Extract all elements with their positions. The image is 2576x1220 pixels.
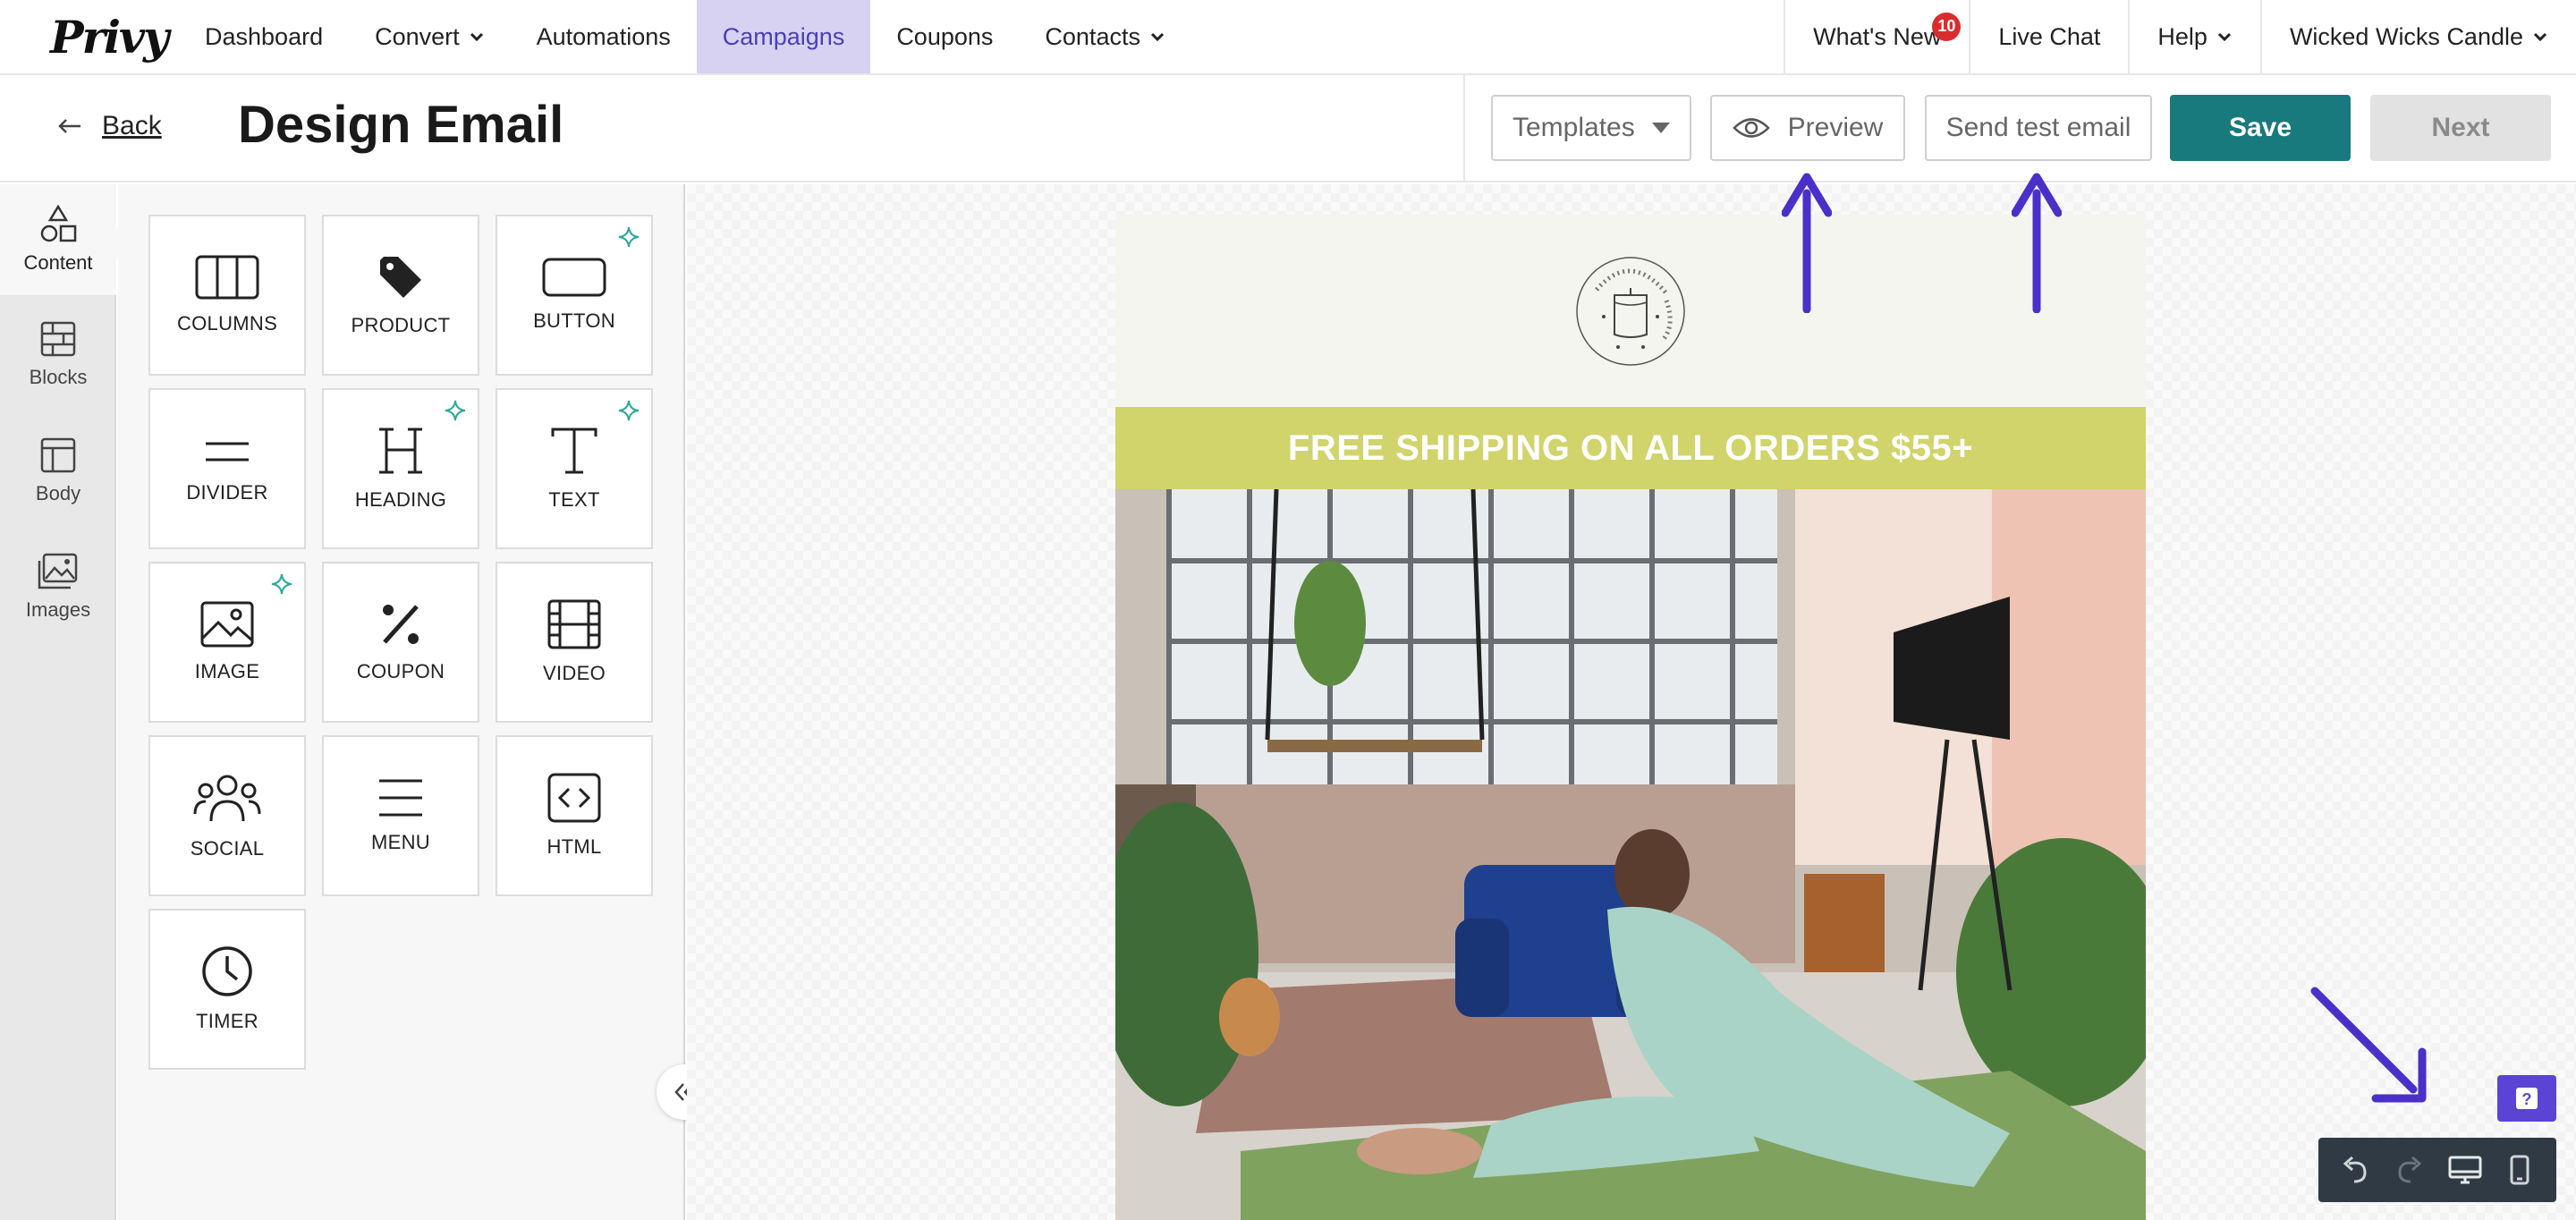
text-icon [551, 428, 597, 474]
shipping-banner[interactable]: FREE SHIPPING ON ALL ORDERS $55+ [1115, 407, 2146, 489]
tile-menu[interactable]: MENU [322, 735, 479, 896]
privy-logo[interactable]: Privy [0, 0, 179, 73]
annotation-arrow-preview [1782, 173, 1832, 313]
annotation-arrow-send-test [2012, 173, 2062, 313]
save-button[interactable]: Save [2170, 95, 2351, 161]
tile-html[interactable]: HTML [496, 735, 653, 896]
annotation-arrow-help [2310, 987, 2427, 1103]
divider-icon [206, 442, 249, 462]
menu-icon [379, 779, 422, 817]
send-test-email-button[interactable]: Send test email [1925, 95, 2152, 161]
tile-social[interactable]: SOCIAL [148, 735, 306, 896]
people-icon [193, 775, 261, 822]
ai-sparkle-icon [618, 226, 640, 248]
tile-image[interactable]: IMAGE [148, 562, 306, 723]
columns-icon [195, 255, 259, 300]
tile-product[interactable]: PRODUCT [322, 215, 479, 376]
nav-whats-new[interactable]: What's New 10 [1784, 0, 1969, 73]
notification-badge: 10 [1932, 12, 1962, 41]
body-layout-icon [40, 437, 76, 473]
tile-button[interactable]: BUTTON [496, 215, 653, 376]
question-icon: ? [2516, 1088, 2538, 1109]
rail-body[interactable]: Body [0, 415, 116, 526]
tag-icon [380, 257, 421, 298]
heading-icon [379, 428, 422, 474]
desktop-view-button[interactable] [2443, 1148, 2487, 1192]
mobile-icon [2510, 1155, 2529, 1185]
nav-contacts[interactable]: Contacts [1019, 0, 1191, 73]
ai-sparkle-icon [618, 400, 640, 421]
blocks-icon [40, 321, 76, 357]
header-divider [1463, 75, 1465, 182]
nav-automations[interactable]: Automations [511, 0, 697, 73]
tile-text[interactable]: TEXT [496, 388, 653, 549]
image-icon [200, 601, 254, 648]
email-header-block[interactable] [1115, 215, 2146, 407]
undo-button[interactable] [2333, 1148, 2377, 1192]
chevron-down-icon [470, 32, 483, 42]
rail-content[interactable]: Content [0, 184, 116, 295]
svg-text:?: ? [2522, 1090, 2532, 1108]
back-link[interactable]: Back [57, 111, 162, 141]
rail-images[interactable]: Images [0, 531, 116, 642]
preview-button[interactable]: Preview [1710, 95, 1905, 161]
tile-timer[interactable]: TIMER [148, 909, 306, 1070]
main-nav: Dashboard Convert Automations Campaigns … [179, 0, 1191, 73]
arrow-left-icon [58, 119, 80, 133]
tile-video[interactable]: VIDEO [496, 562, 653, 723]
desktop-icon [2448, 1156, 2482, 1184]
shapes-icon [40, 205, 77, 242]
email-preview: FREE SHIPPING ON ALL ORDERS $55+ [1115, 215, 2146, 1220]
chevron-down-icon [2217, 32, 2231, 42]
nav-coupons[interactable]: Coupons [870, 0, 1019, 73]
nav-convert[interactable]: Convert [349, 0, 511, 73]
images-icon [38, 553, 78, 589]
page-title: Design Email [238, 96, 564, 154]
ai-sparkle-icon [271, 573, 292, 595]
mobile-view-button[interactable] [2497, 1148, 2542, 1192]
code-icon [547, 773, 601, 823]
redo-icon [2398, 1156, 2422, 1183]
editor-toolbar [2318, 1138, 2556, 1202]
content-panel: COLUMNS PRODUCT BUTTON DIVIDER HEADING T… [118, 184, 685, 1220]
nav-help[interactable]: Help [2128, 0, 2260, 73]
editor-header: Back Design Email Templates Preview Send… [0, 75, 2576, 182]
nav-dashboard[interactable]: Dashboard [179, 0, 349, 73]
chevron-down-icon [1150, 32, 1165, 42]
tile-columns[interactable]: COLUMNS [148, 215, 306, 376]
tile-heading[interactable]: HEADING [322, 388, 479, 549]
redo-button[interactable] [2387, 1148, 2432, 1192]
ai-sparkle-icon [445, 400, 466, 421]
hero-yoga-photo[interactable] [1115, 489, 2146, 1220]
percent-icon [383, 605, 419, 644]
eye-icon [1732, 118, 1770, 138]
nav-campaigns[interactable]: Campaigns [696, 0, 871, 73]
film-icon [547, 599, 601, 649]
candle-logo [1576, 257, 1685, 366]
clock-icon [202, 946, 252, 996]
help-widget-button[interactable]: ? [2497, 1075, 2556, 1122]
editor-rail: Content Blocks Body Images [0, 184, 116, 1220]
button-icon [542, 258, 606, 297]
templates-dropdown[interactable]: Templates [1491, 95, 1691, 161]
rail-blocks[interactable]: Blocks [0, 299, 116, 410]
nav-account[interactable]: Wicked Wicks Candle [2259, 0, 2576, 73]
caret-down-icon [1652, 123, 1670, 133]
next-button[interactable]: Next [2370, 95, 2551, 161]
nav-right: What's New 10 Live Chat Help Wicked Wick… [1784, 0, 2576, 73]
undo-icon [2343, 1156, 2367, 1183]
chevron-down-icon [2533, 32, 2547, 42]
nav-live-chat[interactable]: Live Chat [1969, 0, 2128, 73]
tile-divider[interactable]: DIVIDER [148, 388, 306, 549]
top-nav: Privy Dashboard Convert Automations Camp… [0, 0, 2576, 75]
tile-coupon[interactable]: COUPON [322, 562, 479, 723]
